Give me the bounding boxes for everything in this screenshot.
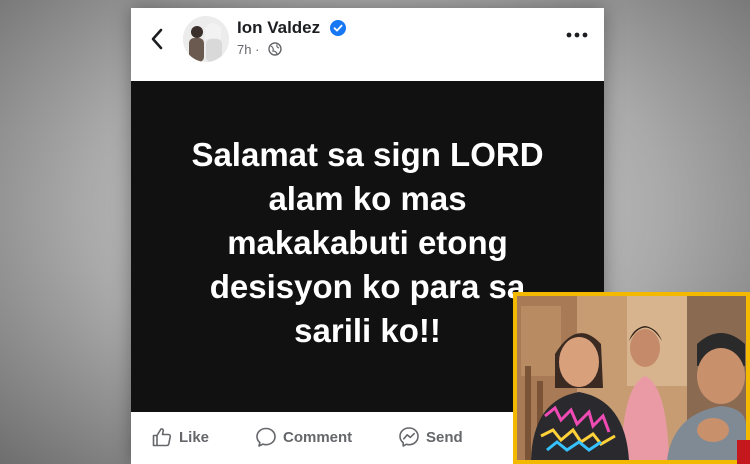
post-meta: 7h · <box>237 42 259 57</box>
back-icon[interactable] <box>149 27 165 51</box>
like-button[interactable]: Like <box>151 425 209 449</box>
video-inset-picture <box>517 296 746 460</box>
comment-icon <box>256 427 276 447</box>
send-button[interactable]: Send <box>398 425 463 449</box>
more-icon[interactable] <box>565 30 589 40</box>
post-header: Ion Valdez 7h · <box>131 8 604 81</box>
globe-icon <box>268 42 282 56</box>
post-time[interactable]: 7h <box>237 42 251 57</box>
post-text-line: desisyon ko para sa <box>209 268 526 305</box>
avatar[interactable] <box>183 16 229 62</box>
post-text-line: makakabuti etong <box>227 224 508 261</box>
verified-icon <box>330 20 346 36</box>
like-icon <box>152 428 172 447</box>
send-label: Send <box>426 428 463 446</box>
avatar-picture <box>183 16 229 62</box>
post-text-line: Salamat sa sign LORD <box>191 136 544 173</box>
comment-label: Comment <box>283 428 353 446</box>
post-text-line: sarili ko!! <box>294 312 441 349</box>
red-corner-element <box>737 440 750 464</box>
meta-separator: · <box>255 42 260 57</box>
post-text-line: alam ko mas <box>268 180 467 217</box>
send-icon <box>399 427 419 447</box>
comment-button[interactable]: Comment <box>255 425 352 449</box>
video-inset <box>513 292 750 464</box>
like-label: Like <box>179 428 210 446</box>
author-name[interactable]: Ion Valdez <box>237 18 320 38</box>
